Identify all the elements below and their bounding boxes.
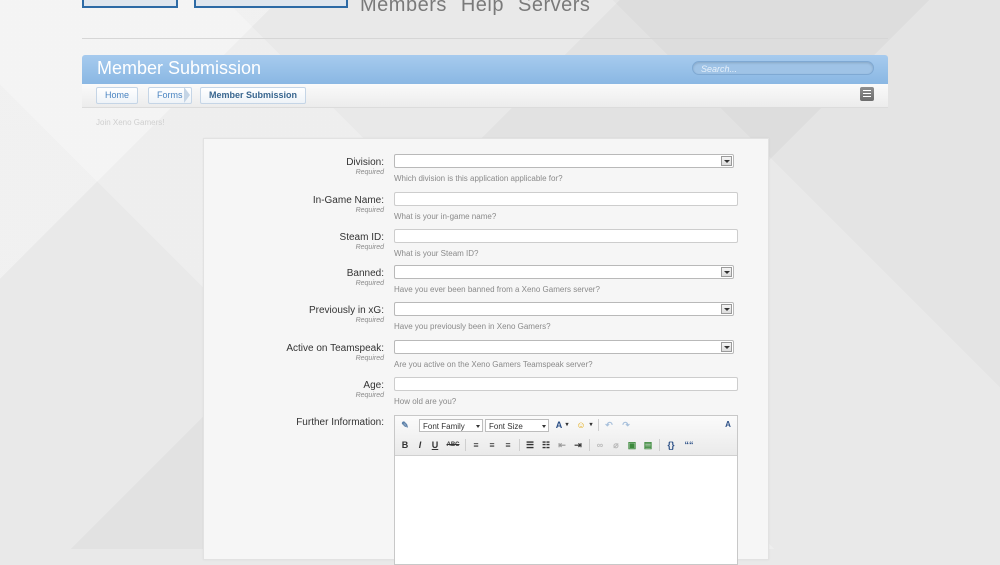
field-label: Age:: [363, 380, 384, 391]
underline-icon[interactable]: U: [430, 439, 440, 451]
teamspeak-select[interactable]: [394, 340, 734, 354]
field-label: Division:: [346, 157, 384, 168]
breadcrumb-separator: [184, 87, 190, 103]
font-size-toggle-icon[interactable]: A: [721, 419, 735, 431]
chevron-down-icon[interactable]: [721, 304, 732, 314]
indent-icon[interactable]: ⇥: [572, 439, 584, 451]
main-nav: Members Help Servers: [360, 0, 590, 17]
field-label: Steam ID:: [339, 232, 384, 243]
unlink-icon[interactable]: ⌀: [610, 439, 622, 451]
header-divider: [82, 38, 888, 39]
undo-icon[interactable]: ↶: [603, 419, 615, 431]
further-information-label: Further Information:: [296, 417, 384, 428]
breadcrumb: Home Forms Member Submission: [82, 84, 888, 108]
field-hint: Have you ever been banned from a Xeno Ga…: [394, 285, 600, 294]
field-hint: What is your in-game name?: [394, 212, 497, 221]
field-hint: Have you previously been in Xeno Gamers?: [394, 322, 551, 331]
site-logo[interactable]: [82, 0, 352, 8]
code-icon[interactable]: {}: [664, 439, 678, 451]
chevron-down-icon[interactable]: [721, 342, 732, 352]
page-title-bar: Member Submission Search...: [82, 55, 888, 84]
align-left-icon[interactable]: ≡: [470, 439, 482, 451]
strikethrough-icon[interactable]: ABC: [445, 439, 461, 451]
outdent-icon[interactable]: ⇤: [556, 439, 568, 451]
field-hint: Are you active on the Xeno Gamers Teamsp…: [394, 360, 593, 369]
smiley-icon[interactable]: ☺: [575, 419, 587, 431]
in-game-name-input[interactable]: [394, 192, 738, 206]
image-icon[interactable]: ▣: [626, 439, 638, 451]
required-note: Required: [355, 244, 384, 251]
search-input[interactable]: Search...: [692, 61, 874, 75]
page-title: Member Submission: [97, 58, 262, 78]
font-family-select[interactable]: Font Family: [419, 419, 483, 432]
eraser-icon[interactable]: ✎: [399, 419, 411, 431]
rich-text-editor[interactable]: ✎ Font Family Font Size A ▾ ☺ ▾ ↶ ↷ A B …: [394, 415, 738, 565]
required-note: Required: [355, 355, 384, 362]
required-note: Required: [355, 207, 384, 214]
field-label: In-Game Name:: [312, 195, 384, 206]
font-size-select[interactable]: Font Size: [485, 419, 549, 432]
chevron-down-icon[interactable]: [721, 267, 732, 277]
field-hint: What is your Steam ID?: [394, 249, 479, 258]
field-label: Banned:: [346, 268, 384, 279]
previously-in-xg-select[interactable]: [394, 302, 734, 316]
editor-toolbar: ✎ Font Family Font Size A ▾ ☺ ▾ ↶ ↷ A B …: [395, 416, 737, 456]
required-note: Required: [355, 169, 384, 176]
required-note: Required: [355, 317, 384, 324]
italic-icon[interactable]: I: [415, 439, 425, 451]
chevron-down-icon[interactable]: ▾: [588, 419, 594, 431]
chevron-down-icon[interactable]: [721, 156, 732, 166]
field-label: Previously in xG:: [308, 305, 384, 316]
numbered-list-icon[interactable]: ☷: [540, 439, 552, 451]
breadcrumb-current[interactable]: Member Submission: [200, 87, 307, 104]
field-label: Active on Teamspeak:: [286, 343, 384, 354]
link-icon[interactable]: ∞: [594, 439, 606, 451]
chevron-down-icon[interactable]: ▾: [564, 419, 570, 431]
nav-members[interactable]: Members: [360, 0, 447, 17]
field-hint: How old are you?: [394, 397, 457, 406]
nav-servers[interactable]: Servers: [518, 0, 590, 17]
banned-select[interactable]: [394, 265, 734, 279]
field-hint: Which division is this application appli…: [394, 174, 563, 183]
quote-icon[interactable]: ““: [682, 439, 696, 451]
media-icon[interactable]: ▤: [642, 439, 654, 451]
align-center-icon[interactable]: ≡: [486, 439, 498, 451]
required-note: Required: [355, 280, 384, 287]
steam-id-input[interactable]: [394, 229, 738, 243]
division-select[interactable]: [394, 154, 734, 168]
site-header: Members Help Servers: [0, 0, 1000, 40]
bold-icon[interactable]: B: [400, 439, 410, 451]
page-description: Join Xeno Gamers!: [96, 118, 165, 127]
bulleted-list-icon[interactable]: ☰: [524, 439, 536, 451]
editor-content-area[interactable]: [395, 456, 737, 564]
list-view-icon[interactable]: [860, 87, 874, 101]
age-input[interactable]: [394, 377, 738, 391]
redo-icon[interactable]: ↷: [620, 419, 632, 431]
submission-form: Division: Required Which division is thi…: [203, 138, 769, 565]
required-note: Required: [355, 392, 384, 399]
breadcrumb-home[interactable]: Home: [96, 87, 139, 104]
nav-help[interactable]: Help: [461, 0, 504, 17]
align-right-icon[interactable]: ≡: [502, 439, 514, 451]
